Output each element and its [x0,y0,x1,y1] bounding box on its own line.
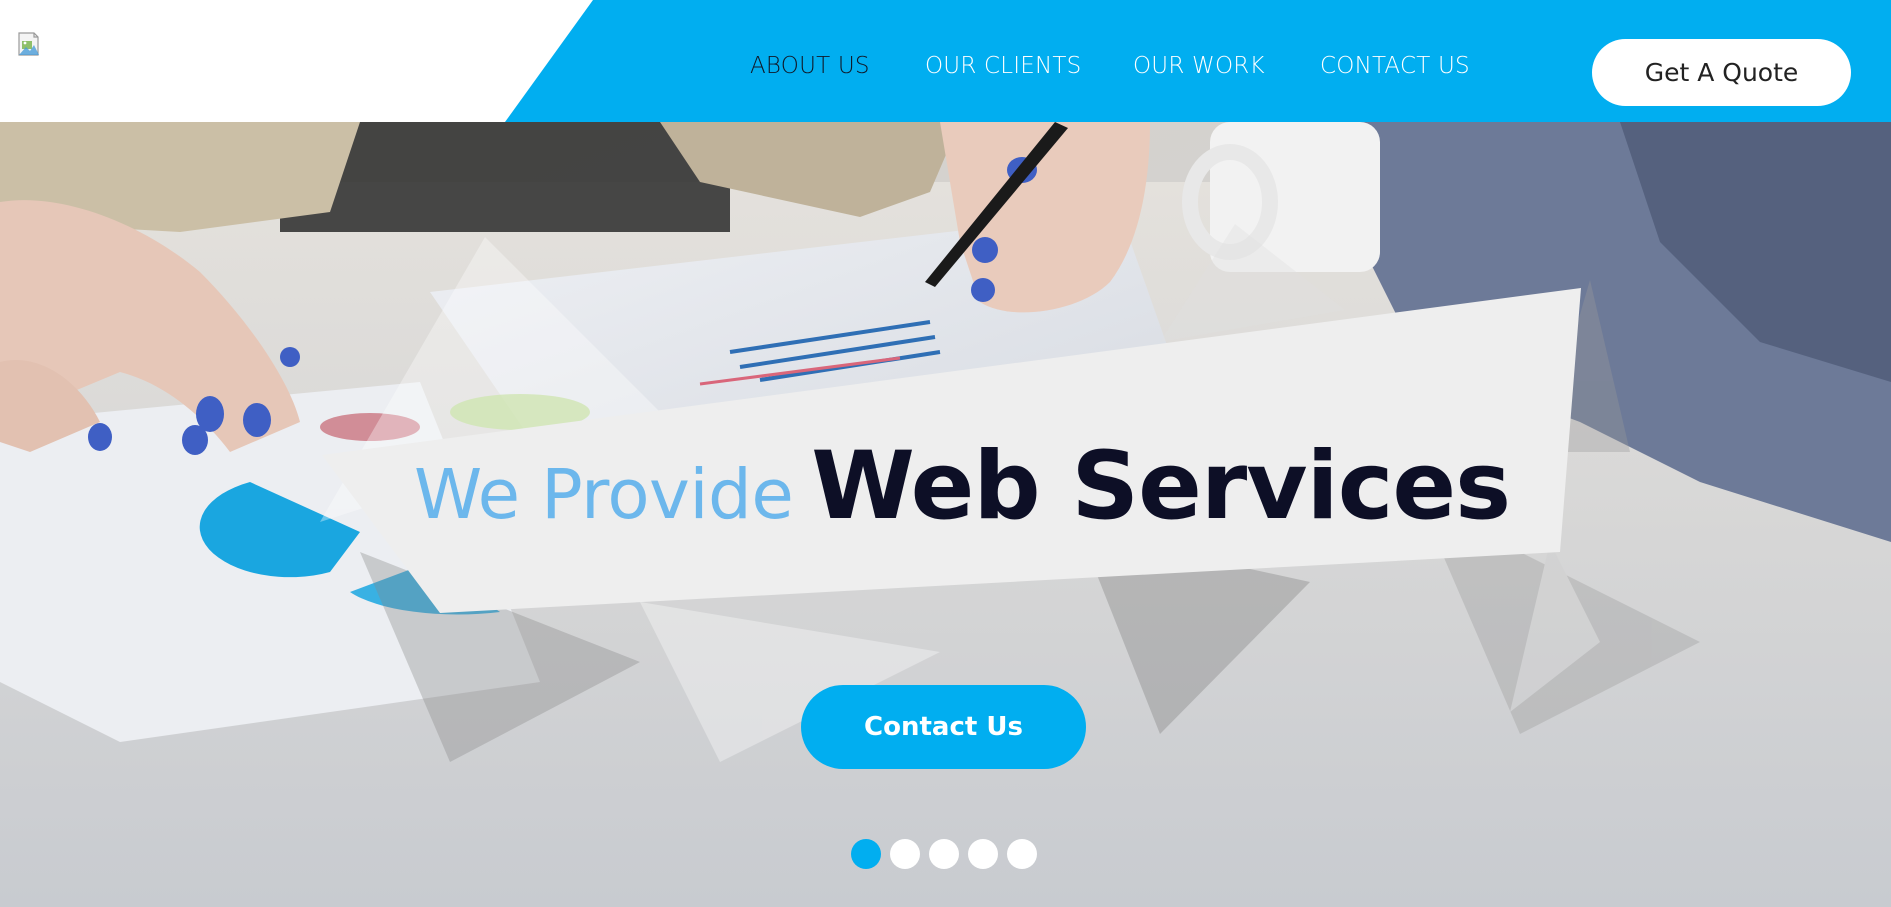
slide-dot-4[interactable] [968,839,998,869]
slide-dot-5[interactable] [1007,839,1037,869]
headline-bold-text: Web Services [811,432,1511,541]
broken-logo-image[interactable] [18,32,44,56]
contact-us-button[interactable]: Contact Us [801,685,1086,769]
hero-headline: We Provide Web Services [414,432,1511,541]
slide-dot-2[interactable] [890,839,920,869]
nav-our-clients[interactable]: OUR CLIENTS [925,53,1081,79]
nav-about-us[interactable]: ABOUT US [750,53,870,79]
hero-slider: We Provide Web Services Contact Us [0,122,1891,907]
site-header: ABOUT US OUR CLIENTS OUR WORK CONTACT US… [0,0,1891,122]
slide-dot-1[interactable] [851,839,881,869]
nav-contact-us[interactable]: CONTACT US [1320,53,1470,79]
headline-light-text: We Provide [414,455,794,535]
get-a-quote-button[interactable]: Get A Quote [1592,39,1851,106]
slide-dot-3[interactable] [929,839,959,869]
nav-our-work[interactable]: OUR WORK [1133,53,1265,79]
